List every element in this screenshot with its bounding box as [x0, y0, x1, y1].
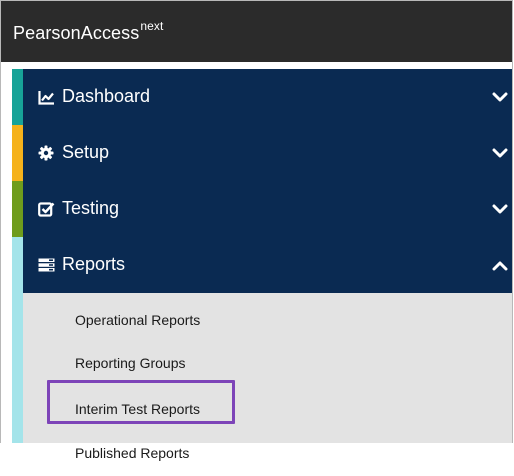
- accent-bar: [12, 69, 23, 125]
- nav-item-testing[interactable]: Testing: [12, 181, 512, 237]
- submenu-item-operational-reports[interactable]: Operational Reports: [75, 312, 200, 328]
- submenu-item-published-reports[interactable]: Published Reports: [75, 445, 189, 461]
- nav-label-reports: Reports: [62, 254, 126, 275]
- nav-label-setup: Setup: [62, 142, 110, 163]
- accent-bar: [12, 125, 23, 181]
- chevron-down-icon[interactable]: [490, 199, 510, 219]
- highlight-outline: [47, 380, 235, 424]
- reports-icon: [37, 256, 55, 274]
- brand-name: PearsonAccess: [13, 23, 140, 43]
- nav-item-reports[interactable]: Reports: [12, 237, 512, 293]
- submenu-item-reporting-groups[interactable]: Reporting Groups: [75, 355, 186, 371]
- accent-bar: [12, 237, 23, 293]
- nav-label-testing: Testing: [62, 198, 120, 219]
- nav-item-setup[interactable]: Setup: [12, 125, 512, 181]
- checkbox-icon: [37, 200, 55, 218]
- brand-superscript: next: [140, 19, 164, 33]
- accent-bar: [12, 293, 23, 443]
- nav-item-dashboard[interactable]: Dashboard: [12, 69, 512, 125]
- chevron-up-icon[interactable]: [490, 255, 510, 275]
- chevron-down-icon[interactable]: [490, 87, 510, 107]
- nav-label-dashboard: Dashboard: [62, 86, 151, 107]
- chart-line-icon: [37, 88, 55, 106]
- app-header: PearsonAccessnext: [1, 1, 512, 62]
- gear-icon: [37, 144, 55, 162]
- chevron-down-icon[interactable]: [490, 143, 510, 163]
- accent-bar: [12, 181, 23, 237]
